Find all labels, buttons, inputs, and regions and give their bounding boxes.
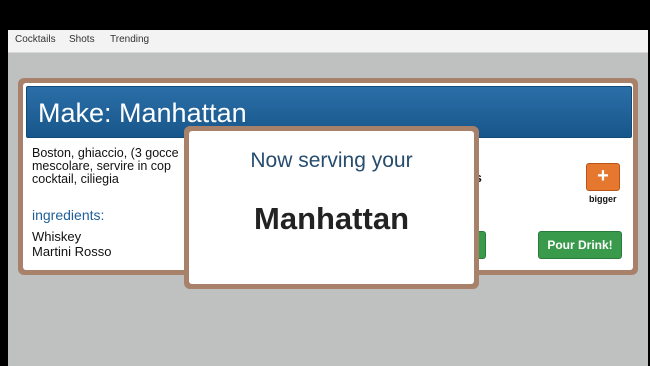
ingredient-item: Martini Rosso — [32, 244, 112, 259]
now-serving-modal: Now serving your Manhattan — [184, 126, 479, 289]
nav-link-trending[interactable]: Trending — [110, 34, 149, 45]
bigger-button[interactable]: + — [586, 163, 620, 191]
nav-link-shots[interactable]: Shots — [69, 34, 95, 45]
modal-drink-name: Manhattan — [254, 201, 409, 236]
top-bezel — [0, 0, 650, 30]
nav-link-cocktails[interactable]: Cocktails — [15, 34, 56, 45]
bigger-label: bigger — [589, 194, 617, 204]
modal-body: Now serving your Manhattan — [189, 131, 474, 284]
app-viewport: Cocktails Shots Trending Make: Manhattan… — [8, 30, 648, 366]
pour-drink-button[interactable]: Pour Drink! — [538, 231, 622, 259]
screen: Cocktails Shots Trending Make: Manhattan… — [0, 0, 650, 366]
ingredients-heading: ingredients: — [32, 207, 105, 223]
modal-subtitle: Now serving your — [250, 149, 413, 172]
ingredient-item: Whiskey — [32, 229, 82, 244]
card-title: Make: Manhattan — [38, 98, 247, 128]
drink-description: Boston, ghiaccio, (3 gocce mescolare, se… — [32, 146, 179, 186]
navbar: Cocktails Shots Trending — [8, 30, 648, 53]
